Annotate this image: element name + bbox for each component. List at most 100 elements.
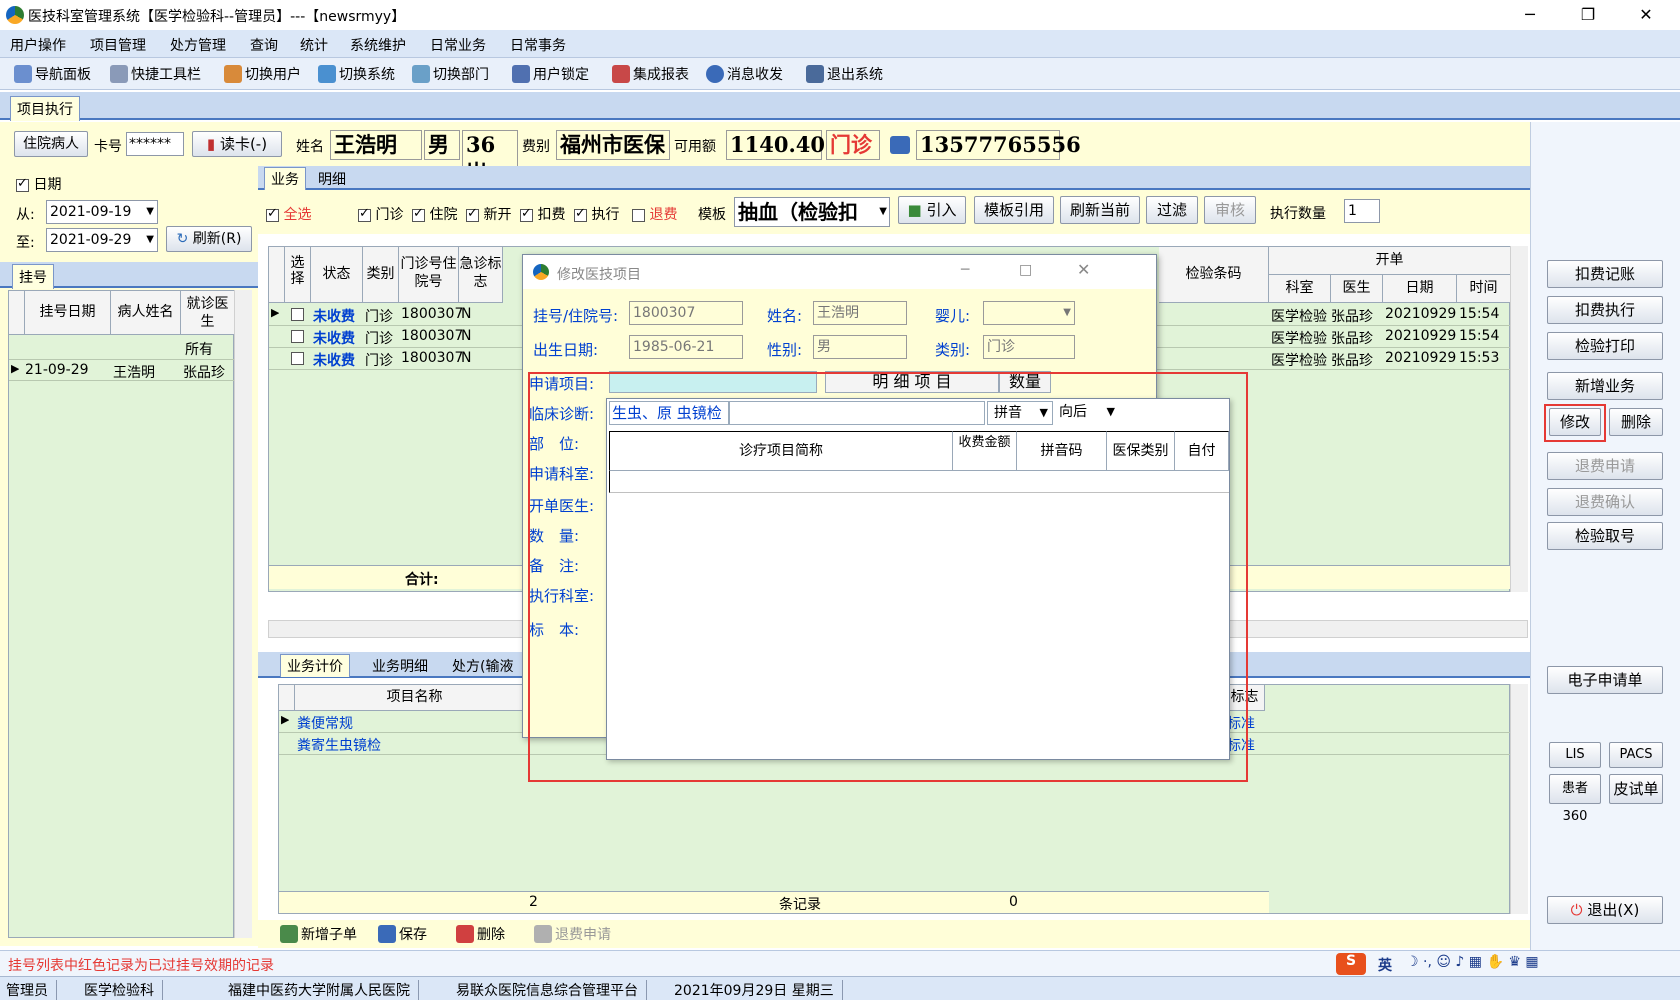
quick-toolbar-button[interactable]: 快捷工具栏 [110,64,201,84]
switch-dept-button[interactable]: 切换部门 [412,64,489,84]
message-button[interactable]: 消息收发 [706,64,783,84]
menu-stats[interactable]: 统计 [300,35,328,55]
from-date-picker[interactable]: 2021-09-19 ▼ [46,200,158,224]
exit-system-button[interactable]: 退出系统 [806,64,883,84]
refund-icon [534,925,552,943]
read-card-button[interactable]: ▮ 读卡(-) [192,131,282,157]
charge-execute-button[interactable]: 扣费执行 [1547,296,1663,324]
import-button[interactable]: ■ 引入 [898,196,966,224]
exit-button[interactable]: ⏻ 退出(X) [1547,896,1663,924]
tab-project-exec[interactable]: 项目执行 [10,96,80,121]
refund-apply-button[interactable]: 退费申请 [1547,452,1663,480]
patient-360-button[interactable]: 患者360 [1549,774,1601,824]
pacs-button[interactable]: PACS [1609,742,1663,768]
dialog-minimize-button[interactable]: ─ [961,262,969,278]
save-button[interactable]: 保存 [378,924,427,944]
e-request-button[interactable]: 电子申请单 [1547,666,1663,694]
refund-toggle[interactable]: 退费 [632,204,677,224]
all-doctors-filter[interactable]: 所有 [185,339,213,359]
execute-checkbox[interactable] [574,206,587,222]
select-all-toggle[interactable]: 全选 [266,204,311,224]
exec-qty-input[interactable]: 1 [1344,199,1380,223]
execute-toggle[interactable]: 执行 [574,204,619,224]
refund-request-button[interactable]: 退费申请 [534,924,611,944]
add-business-button[interactable]: 新增业务 [1547,372,1663,400]
select-all-checkbox[interactable] [266,206,279,222]
reg-number-field[interactable]: 1800307 [629,301,743,325]
table-row[interactable]: ▶ 21-09-29 王浩明 张品珍 [9,359,235,381]
delete-button[interactable]: 删除 [456,924,505,944]
menu-project[interactable]: 项目管理 [90,35,146,55]
nav-panel-button[interactable]: 导航面板 [14,64,91,84]
skin-test-button[interactable]: 皮试单 [1609,774,1663,804]
menu-system[interactable]: 系统维护 [350,35,406,55]
dialog-category-field[interactable]: 门诊 [983,335,1075,359]
close-button[interactable]: ✕ [1624,2,1668,28]
row-checkbox[interactable] [291,308,304,321]
new-order-toggle[interactable]: 新开 [466,204,511,224]
menu-prescription[interactable]: 处方管理 [170,35,226,55]
outpatient-checkbox[interactable] [358,206,371,222]
lis-button[interactable]: LIS [1549,742,1601,768]
filter-button[interactable]: 过滤 [1146,196,1198,224]
lab-ticket-button[interactable]: 检验取号 [1547,522,1663,550]
refresh-current-button[interactable]: 刷新当前 [1060,196,1140,224]
ime-tools-icon[interactable]: ☽ ·, ☺ ♪ ▦ ✋ ♛ ▦ [1406,954,1539,970]
template-select[interactable]: 抽血（检验扣 ▼ [734,197,890,227]
deduct-checkbox[interactable] [520,206,533,222]
charge-account-button[interactable]: 扣费记账 [1547,260,1663,288]
tab-biz-detail[interactable]: 业务明细 [368,655,432,677]
dialog-maximize-button[interactable]: □ [1019,262,1032,278]
menu-user[interactable]: 用户操作 [10,35,66,55]
pricing-grid-scrollbar[interactable] [1510,684,1528,914]
dialog-name-field[interactable]: 王浩明 [813,301,907,325]
lab-print-button[interactable]: 检验打印 [1547,332,1663,360]
menu-daily-business[interactable]: 日常业务 [430,35,486,55]
col-status: 状态 [311,247,363,303]
delete-business-button[interactable]: 删除 [1609,408,1663,436]
minimize-button[interactable]: ─ [1508,2,1552,28]
date-filter-toggle[interactable]: 日期 [16,174,61,194]
refresh-button[interactable]: ↻ 刷新(R) [166,226,252,252]
date-checkbox[interactable] [16,176,29,192]
category-cell: 门诊 [365,353,393,369]
template-apply-button[interactable]: 模板引用 [974,196,1054,224]
ime-language[interactable]: 英 [1378,955,1392,975]
switch-system-button[interactable]: 切换系统 [318,64,395,84]
left-scrollbar[interactable] [234,290,252,938]
tab-pricing[interactable]: 业务计价 [280,654,350,677]
dialog-close-button[interactable]: ✕ [1077,260,1090,279]
row-checkbox[interactable] [291,352,304,365]
to-date-picker[interactable]: 2021-09-29 ▼ [46,228,158,252]
user-lock-button[interactable]: 用户锁定 [512,64,589,84]
tab-detail[interactable]: 明细 [312,168,352,190]
refund-confirm-button[interactable]: 退费确认 [1547,488,1663,516]
col-emergency: 急诊标志 [459,247,503,303]
menu-query[interactable]: 查询 [250,35,278,55]
patient-type-button[interactable]: 住院病人 [14,131,88,157]
switch-user-button[interactable]: 切换用户 [224,64,301,84]
refund-checkbox[interactable] [632,208,645,222]
highlight-modify [1544,404,1606,442]
tab-prescription[interactable]: 处方(输液 [448,655,517,677]
dialog-titlebar: 修改医技项目 ─ □ ✕ [523,255,1156,289]
maximize-button[interactable]: ❐ [1566,2,1610,28]
audit-button[interactable]: 审核 [1204,196,1256,224]
business-grid-scrollbar[interactable] [1510,246,1528,592]
add-sub-order-button[interactable]: 新增子单 [280,924,357,944]
menu-daily-affairs[interactable]: 日常事务 [510,35,566,55]
inpatient-checkbox[interactable] [412,206,425,222]
deduct-toggle[interactable]: 扣费 [520,204,565,224]
new-order-checkbox[interactable] [466,206,479,222]
report-button[interactable]: 集成报表 [612,64,689,84]
baby-select[interactable]: ▼ [983,301,1075,325]
ime-logo-icon[interactable]: S [1336,953,1366,975]
tab-business[interactable]: 业务 [264,167,306,190]
outpatient-toggle[interactable]: 门诊 [358,204,403,224]
dialog-sex-field[interactable]: 男 [813,335,907,359]
row-checkbox[interactable] [291,330,304,343]
tab-registration[interactable]: 挂号 [12,264,54,289]
inpatient-toggle[interactable]: 住院 [412,204,457,224]
birth-date-field[interactable]: 1985-06-21 [629,335,743,359]
card-number-field[interactable]: ****** [126,132,184,156]
